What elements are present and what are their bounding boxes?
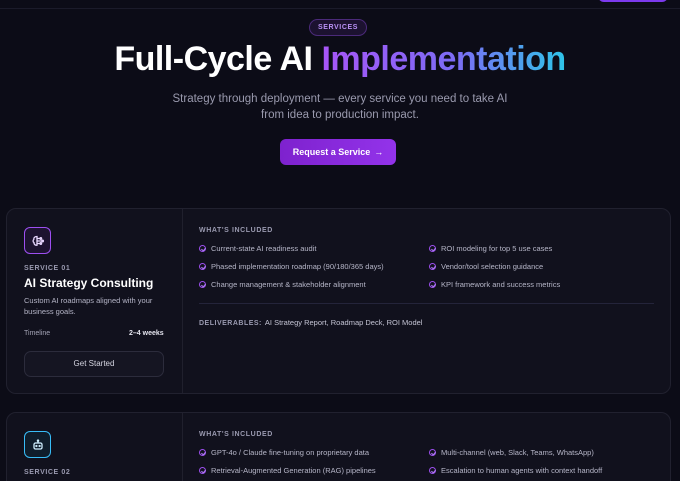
- brain-icon: [24, 227, 51, 254]
- feature-label: Vendor/tool selection guidance: [441, 262, 544, 271]
- service-title: AI Strategy Consulting: [24, 276, 154, 290]
- timeline-value: 2–4 weeks: [129, 330, 164, 337]
- check-circle-icon: [199, 449, 206, 456]
- deliverables-label: DELIVERABLES:: [199, 320, 262, 327]
- top-divider: [0, 8, 680, 9]
- services-badge: SERVICES: [309, 19, 367, 36]
- check-circle-icon: [429, 449, 436, 456]
- page-title: Full-Cycle AI Implementation: [0, 40, 680, 79]
- arrow-right-icon: →: [374, 147, 384, 157]
- title-highlight: Implementation: [321, 40, 566, 78]
- title-main: Full-Cycle AI: [114, 40, 322, 78]
- check-circle-icon: [429, 467, 436, 474]
- page-subtitle: Strategy through deployment — every serv…: [160, 91, 520, 123]
- feature-label: Change management & stakeholder alignmen…: [211, 280, 366, 289]
- feature-item: Phased implementation roadmap (90/180/36…: [199, 262, 384, 271]
- subtitle-line-1: Strategy through deployment — every serv…: [172, 93, 508, 105]
- feature-label: Multi-channel (web, Slack, Teams, WhatsA…: [441, 448, 594, 457]
- check-circle-icon: [429, 263, 436, 270]
- bot-icon: [24, 431, 51, 458]
- feature-label: Escalation to human agents with context …: [441, 466, 603, 475]
- included-heading: WHAT'S INCLUDED: [199, 227, 273, 234]
- feature-item: Multi-channel (web, Slack, Teams, WhatsA…: [429, 448, 594, 457]
- feature-label: GPT-4o / Claude fine-tuning on proprieta…: [211, 448, 370, 457]
- service-number: SERVICE 01: [24, 265, 71, 272]
- get-started-button[interactable]: Get Started: [24, 351, 164, 377]
- card-divider: [182, 209, 183, 393]
- check-circle-icon: [199, 467, 206, 474]
- request-service-button[interactable]: Request a Service →: [280, 139, 396, 165]
- service-number: SERVICE 02: [24, 469, 71, 476]
- service-card-chatbot: SERVICE 02 WHAT'S INCLUDED GPT-4o / Clau…: [6, 412, 671, 481]
- feature-item: ROI modeling for top 5 use cases: [429, 244, 552, 253]
- request-service-label: Request a Service: [292, 147, 371, 157]
- feature-item: Change management & stakeholder alignmen…: [199, 280, 366, 289]
- timeline-label: Timeline: [24, 330, 51, 337]
- header-cta-button[interactable]: [598, 0, 668, 2]
- subtitle-line-2: from idea to production impact.: [261, 109, 419, 121]
- feature-item: Current-state AI readiness audit: [199, 244, 316, 253]
- feature-label: KPI framework and success metrics: [441, 280, 561, 289]
- feature-item: Escalation to human agents with context …: [429, 466, 602, 475]
- feature-label: Phased implementation roadmap (90/180/36…: [211, 262, 384, 271]
- check-circle-icon: [429, 281, 436, 288]
- check-circle-icon: [199, 263, 206, 270]
- included-heading: WHAT'S INCLUDED: [199, 431, 273, 438]
- section-divider: [199, 303, 654, 304]
- check-circle-icon: [199, 245, 206, 252]
- service-description: Custom AI roadmaps aligned with your bus…: [24, 296, 153, 316]
- feature-label: Retrieval-Augmented Generation (RAG) pip…: [211, 466, 376, 475]
- feature-item: KPI framework and success metrics: [429, 280, 560, 289]
- deliverables-value: AI Strategy Report, Roadmap Deck, ROI Mo…: [264, 318, 423, 327]
- feature-item: Vendor/tool selection guidance: [429, 262, 543, 271]
- feature-label: Current-state AI readiness audit: [211, 244, 317, 253]
- deliverables: DELIVERABLES: AI Strategy Report, Roadmap…: [199, 318, 422, 327]
- check-circle-icon: [199, 281, 206, 288]
- service-card-strategy: SERVICE 01 AI Strategy Consulting Custom…: [6, 208, 671, 394]
- card-divider: [182, 413, 183, 481]
- feature-item: Retrieval-Augmented Generation (RAG) pip…: [199, 466, 376, 475]
- check-circle-icon: [429, 245, 436, 252]
- feature-item: GPT-4o / Claude fine-tuning on proprieta…: [199, 448, 369, 457]
- feature-label: ROI modeling for top 5 use cases: [441, 244, 553, 253]
